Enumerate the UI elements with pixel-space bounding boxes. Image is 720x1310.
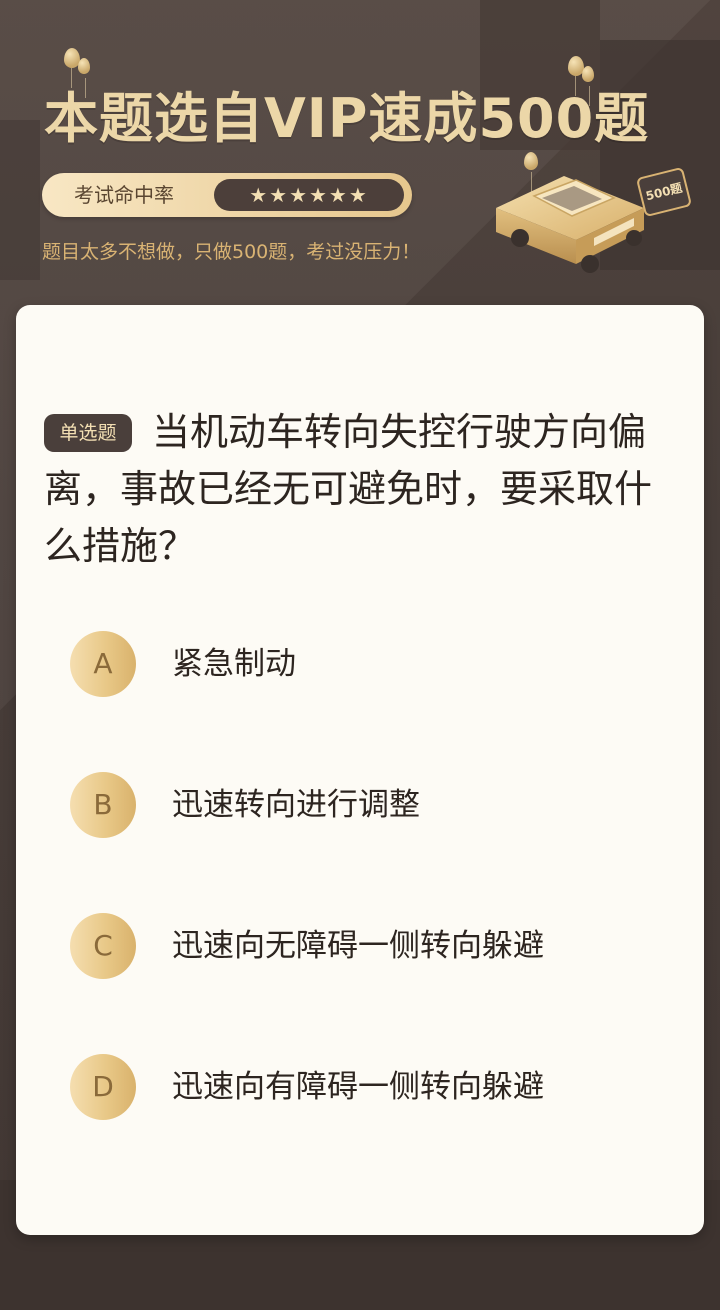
- hit-rate-stars-box: ★★★★★★: [214, 179, 404, 211]
- balloon-icon: [78, 58, 90, 98]
- tagline: 题目太多不想做，只做500题，考过没压力！: [42, 241, 421, 263]
- option-d[interactable]: D 迅速向有障碍一侧转向躲避: [70, 1054, 670, 1120]
- option-text: 迅速转向进行调整: [172, 787, 420, 823]
- option-text: 迅速向无障碍一侧转向躲避: [172, 928, 544, 964]
- option-a[interactable]: A 紧急制动: [70, 631, 670, 697]
- option-text: 迅速向有障碍一侧转向躲避: [172, 1069, 544, 1105]
- vip-headline: 本题选自VIP速成500题: [44, 87, 650, 150]
- hit-rate-label: 考试命中率: [74, 183, 174, 207]
- background-building: [0, 120, 40, 280]
- option-letter-circle: A: [70, 631, 136, 697]
- option-text: 紧急制动: [172, 646, 296, 682]
- option-letter-circle: C: [70, 913, 136, 979]
- star-rating-icon: ★★★★★★: [249, 183, 369, 207]
- option-b[interactable]: B 迅速转向进行调整: [70, 772, 670, 838]
- question-block: 单选题 当机动车转向失控行驶方向偏离，事故已经无可避免时，要采取什么措施？: [44, 404, 664, 575]
- option-c[interactable]: C 迅速向无障碍一侧转向躲避: [70, 913, 670, 979]
- question-text: 当机动车转向失控行驶方向偏离，事故已经无可避免时，要采取什么措施？: [44, 410, 653, 568]
- option-letter-circle: B: [70, 772, 136, 838]
- option-letter-circle: D: [70, 1054, 136, 1120]
- question-type-badge: 单选题: [44, 414, 132, 452]
- hit-rate-pill: 考试命中率 ★★★★★★: [42, 173, 412, 217]
